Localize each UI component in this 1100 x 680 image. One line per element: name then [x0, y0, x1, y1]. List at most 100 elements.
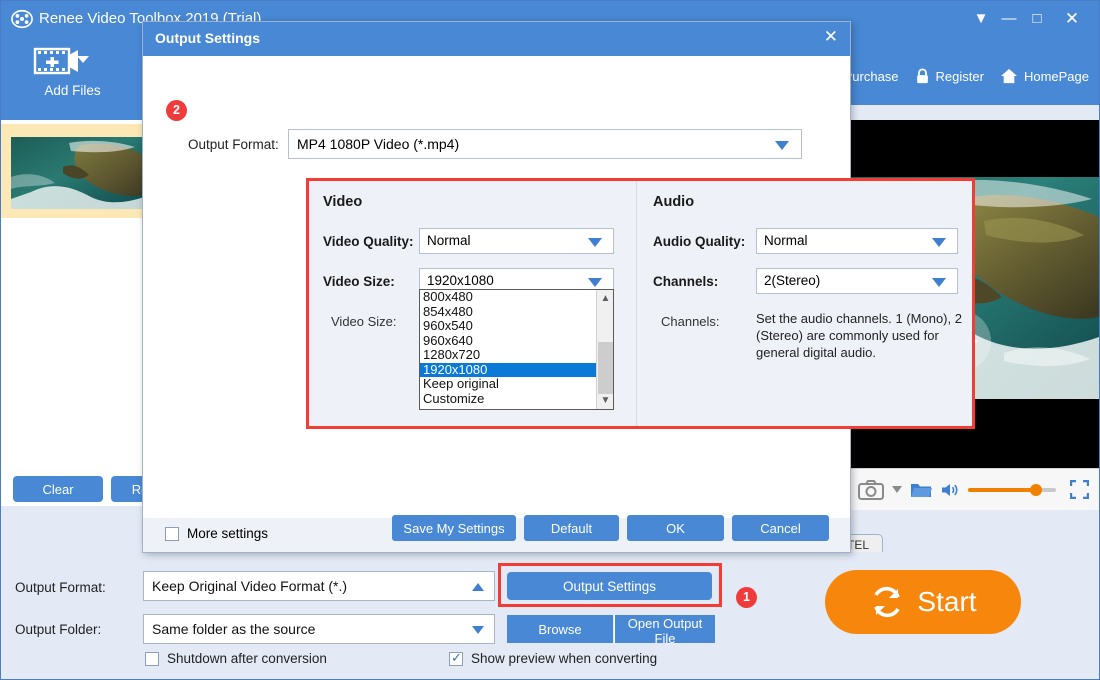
volume-fill: [968, 488, 1036, 492]
output-folder-value: Same folder as the source: [152, 621, 315, 637]
chevron-up-icon[interactable]: ▲: [597, 290, 614, 307]
folder-icon[interactable]: [910, 481, 932, 499]
save-my-settings-button[interactable]: Save My Settings: [392, 515, 516, 541]
ok-button[interactable]: OK: [627, 515, 724, 541]
collapse-button[interactable]: ▼: [968, 7, 994, 31]
close-button[interactable]: ✕: [1059, 7, 1085, 31]
refresh-cycle-icon: [869, 584, 905, 620]
list-item[interactable]: 960x540: [420, 319, 598, 334]
video-size-option-list: 800x480 854x480 960x540 960x640 1280x720…: [420, 290, 598, 406]
list-item-selected[interactable]: 1920x1080: [420, 363, 598, 378]
preview-checkbox-row[interactable]: Show preview when converting: [449, 651, 657, 666]
preview-controls: [844, 468, 1099, 510]
clear-button[interactable]: Clear: [13, 476, 103, 502]
audio-quality-combo[interactable]: Normal: [756, 228, 958, 254]
output-settings-dialog: Output Settings ✕ Output Format: MP4 108…: [142, 21, 851, 553]
maximize-button[interactable]: □: [1024, 7, 1050, 31]
video-size-label: Video Size:: [323, 274, 395, 289]
audio-channels-label: Channels:: [653, 274, 718, 289]
volume-slider[interactable]: [968, 488, 1056, 492]
browse-button[interactable]: Browse: [507, 615, 613, 643]
lock-icon: [915, 68, 930, 84]
video-size-hint-label: Video Size:: [331, 314, 397, 329]
video-thumbnail: [11, 137, 144, 209]
file-list-panel[interactable]: [1, 120, 144, 472]
home-icon: [1000, 68, 1018, 84]
audio-channels-value: 2(Stereo): [764, 273, 820, 288]
fullscreen-icon[interactable]: [1070, 480, 1089, 499]
cancel-button[interactable]: Cancel: [732, 515, 829, 541]
start-button[interactable]: Start: [825, 570, 1021, 634]
output-folder-label: Output Folder:: [15, 622, 101, 637]
video-quality-combo[interactable]: Normal: [419, 228, 614, 254]
dialog-footer: More settings Save My Settings Default O…: [143, 518, 850, 552]
more-settings-checkbox[interactable]: [165, 527, 179, 541]
video-section-title: Video: [323, 194, 362, 210]
app-window: Renee Video Toolbox 2019 (Trial) ▼ — □ ✕…: [0, 0, 1100, 680]
dialog-header: Output Settings ✕: [143, 22, 850, 56]
dropdown-scrollbar[interactable]: ▲ ▼: [596, 290, 613, 409]
output-settings-button[interactable]: Output Settings: [507, 572, 712, 600]
video-quality-value: Normal: [427, 233, 471, 248]
register-label: Register: [936, 69, 984, 84]
scrollbar-thumb[interactable]: [598, 342, 613, 394]
start-label: Start: [917, 586, 976, 618]
shutdown-checkbox[interactable]: [145, 652, 159, 666]
volume-knob[interactable]: [1030, 484, 1042, 496]
purchase-label: Purchase: [844, 69, 899, 84]
register-link[interactable]: Register: [915, 68, 984, 84]
list-item[interactable]: 960x640: [420, 334, 598, 349]
more-settings-label: More settings: [187, 526, 268, 541]
dialog-title: Output Settings: [155, 30, 260, 46]
video-quality-label: Video Quality:: [323, 234, 414, 249]
show-preview-checkbox[interactable]: [449, 652, 463, 666]
output-format-label: Output Format:: [15, 580, 106, 595]
homepage-link[interactable]: HomePage: [1000, 68, 1089, 84]
output-folder-combo[interactable]: Same folder as the source: [143, 614, 495, 644]
add-files-label: Add Files: [1, 83, 144, 98]
dialog-output-format-combo[interactable]: MP4 1080P Video (*.mp4): [288, 129, 802, 159]
output-format-value: Keep Original Video Format (*.): [152, 578, 347, 594]
list-item[interactable]: 1280x720: [420, 348, 598, 363]
chevron-down-icon: [932, 278, 946, 287]
callout-badge-2: 2: [166, 100, 187, 121]
add-files-button[interactable]: Add Files: [1, 37, 144, 120]
chevron-down-icon: [932, 238, 946, 247]
chevron-down-icon: [472, 626, 484, 634]
callout-badge-1: 1: [736, 587, 757, 608]
dialog-output-format-value: MP4 1080P Video (*.mp4): [297, 136, 459, 152]
open-output-file-button[interactable]: Open Output File: [614, 615, 715, 643]
chevron-up-icon: [472, 583, 484, 591]
speaker-icon[interactable]: [940, 481, 960, 499]
audio-section-title: Audio: [653, 194, 694, 210]
list-item[interactable]: Customize: [420, 392, 598, 407]
chevron-down-icon: [775, 141, 789, 150]
list-item[interactable]: Keep original: [420, 377, 598, 392]
shutdown-label: Shutdown after conversion: [167, 651, 327, 666]
audio-channels-combo[interactable]: 2(Stereo): [756, 268, 958, 294]
dialog-output-format-label: Output Format:: [188, 137, 279, 152]
dialog-body: Output Format: MP4 1080P Video (*.mp4) V…: [143, 56, 850, 518]
list-item[interactable]: [1, 124, 144, 218]
list-item[interactable]: 854x480: [420, 305, 598, 320]
list-item[interactable]: 800x480: [420, 290, 598, 305]
default-button[interactable]: Default: [524, 515, 619, 541]
audio-channels-hint-label: Channels:: [661, 314, 720, 329]
audio-quality-label: Audio Quality:: [653, 234, 745, 249]
audio-quality-value: Normal: [764, 233, 808, 248]
camera-icon[interactable]: [858, 480, 884, 500]
close-icon[interactable]: ✕: [824, 27, 838, 47]
video-audio-panel: Video Video Quality: Normal Video Size: …: [306, 178, 975, 429]
top-links: Purchase Register HomePage: [821, 63, 1089, 89]
more-settings-row[interactable]: More settings: [165, 526, 268, 541]
chevron-down-icon[interactable]: [892, 486, 902, 493]
video-size-dropdown[interactable]: 800x480 854x480 960x540 960x640 1280x720…: [419, 289, 614, 410]
chevron-down-icon[interactable]: ▼: [597, 392, 614, 409]
film-reel-icon: [11, 8, 33, 30]
chevron-down-icon: [588, 238, 602, 247]
output-format-combo[interactable]: Keep Original Video Format (*.): [143, 571, 495, 601]
minimize-button[interactable]: —: [996, 7, 1022, 31]
show-preview-label: Show preview when converting: [471, 651, 657, 666]
shutdown-checkbox-row[interactable]: Shutdown after conversion: [145, 651, 327, 666]
chevron-down-icon[interactable]: [77, 56, 89, 63]
